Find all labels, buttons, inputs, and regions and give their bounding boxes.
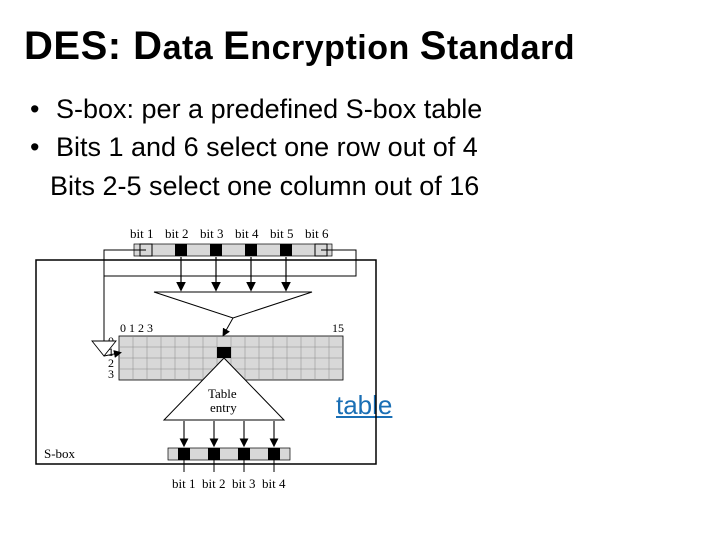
sbox-caption: S-box	[44, 446, 76, 461]
col-first-label: 0 1 2 3	[120, 321, 153, 335]
title-p5: S	[420, 24, 447, 68]
title-p3: E	[223, 24, 250, 68]
bullet-item: Bits 1 and 6 select one row out of 4	[30, 129, 696, 165]
entry-label-l2: entry	[210, 400, 237, 415]
bit-label: bit 4	[262, 476, 286, 491]
bit-label: bit 2	[202, 476, 225, 491]
bit-label: bit 5	[270, 226, 293, 241]
slide: DES: Data Encryption Standard S-box: per…	[0, 0, 720, 540]
sbox-diagram: bit 1 bit 2 bit 3 bit 4 bit 5 bit 6	[34, 226, 379, 504]
bit-label: bit 6	[305, 226, 329, 241]
title-p2: ata	[163, 29, 224, 67]
title-p6: tandard	[447, 29, 575, 67]
bullet-item: S-box: per a predefined S-box table	[30, 91, 696, 127]
bit-label: bit 3	[232, 476, 255, 491]
entry-label-l1: Table	[208, 386, 237, 401]
bullet-list: S-box: per a predefined S-box table Bits…	[30, 91, 696, 166]
title-p1: DES: D	[24, 24, 163, 68]
row-label: 3	[108, 367, 114, 381]
bit-label: bit 3	[200, 226, 223, 241]
bullet-subline: Bits 2-5 select one column out of 16	[24, 168, 696, 204]
bit-label: bit 2	[165, 226, 188, 241]
slide-title: DES: Data Encryption Standard	[24, 24, 696, 69]
bit-label: bit 1	[130, 226, 153, 241]
title-p4: ncryption	[250, 29, 419, 67]
col-last-label: 15	[332, 321, 344, 335]
bit-label: bit 4	[235, 226, 259, 241]
bit-label: bit 1	[172, 476, 195, 491]
